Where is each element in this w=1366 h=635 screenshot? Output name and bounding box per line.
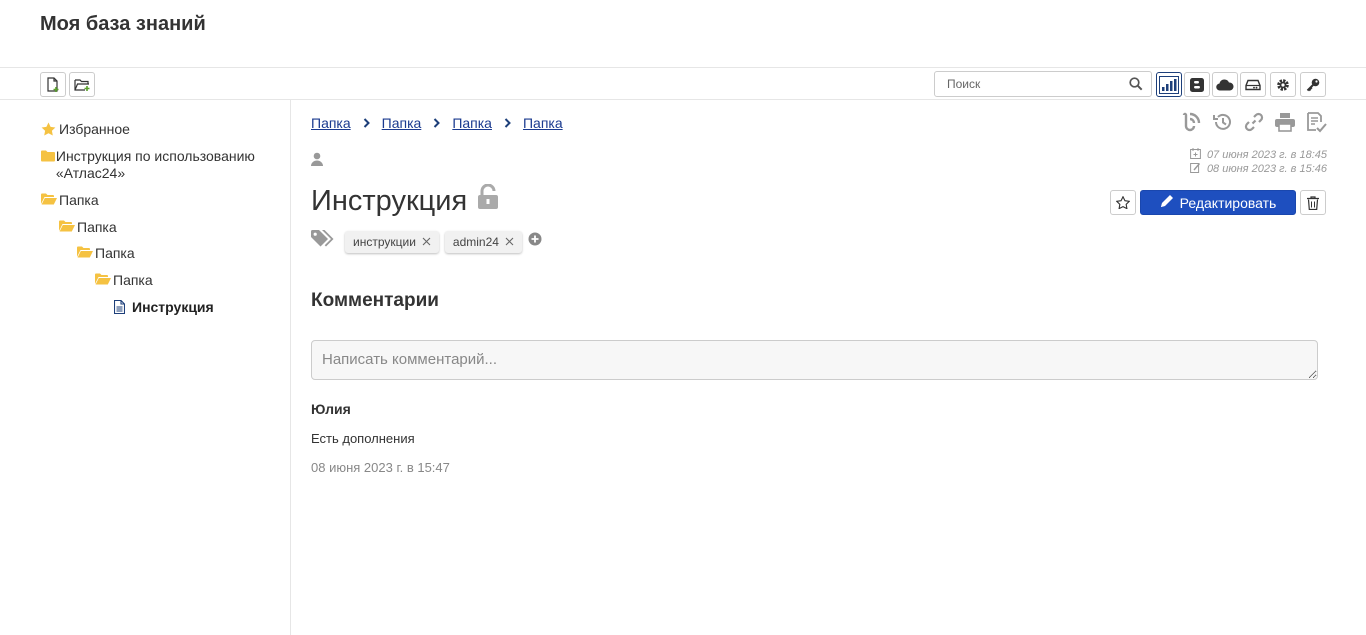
comments-heading: Комментарии — [311, 290, 439, 311]
tag-label: инструкции — [353, 234, 416, 249]
folder-open-icon — [95, 272, 113, 285]
comment-text: Есть дополнения — [311, 431, 415, 446]
created-date-row: 07 июня 2023 г. в 18:45 — [1190, 148, 1327, 162]
modified-date-row: 08 июня 2023 г. в 15:46 — [1190, 162, 1327, 176]
comment-input[interactable] — [311, 340, 1318, 380]
hard-drive-icon — [1245, 79, 1261, 90]
sidebar: Избранное Инструкция по использованию «А… — [0, 100, 291, 635]
comment-author: Юлия — [311, 401, 351, 417]
sidebar-item-folder-3[interactable]: Папка — [77, 245, 135, 261]
star-outline-icon — [1116, 196, 1130, 209]
document-dates: 07 июня 2023 г. в 18:45 08 июня 2023 г. … — [1190, 148, 1327, 176]
cloud-button[interactable] — [1212, 72, 1238, 97]
modified-date: 08 июня 2023 г. в 15:46 — [1206, 163, 1327, 175]
cloud-icon — [1216, 78, 1234, 91]
blogger-icon — [1190, 77, 1204, 92]
blog-button[interactable] — [1184, 72, 1210, 97]
breadcrumb-link[interactable]: Папка — [311, 115, 351, 131]
access-button[interactable] — [1300, 72, 1326, 97]
chevron-right-icon — [433, 118, 441, 128]
search-input[interactable] — [935, 72, 1115, 96]
folder-open-icon — [41, 192, 59, 205]
calendar-plus-icon — [1190, 148, 1201, 162]
user-icon — [311, 152, 323, 171]
toolbar — [0, 67, 1366, 100]
sidebar-item-instruction[interactable]: Инструкция — [114, 299, 214, 315]
tags-icon — [311, 230, 335, 253]
key-icon — [1306, 78, 1320, 91]
sidebar-item-folder-4[interactable]: Папка — [95, 272, 153, 288]
sidebar-item-folder-2[interactable]: Папка — [59, 219, 117, 235]
star-icon — [41, 121, 59, 136]
remove-tag-icon[interactable] — [422, 235, 431, 249]
pencil-icon — [1160, 194, 1174, 211]
search-box — [934, 71, 1152, 97]
checklist-icon[interactable] — [1304, 110, 1327, 134]
sidebar-item-atlas-instruction[interactable]: Инструкция по использованию «Атлас24» — [41, 148, 281, 182]
document-actions — [1180, 110, 1327, 134]
sidebar-item-folder-1[interactable]: Папка — [41, 192, 99, 208]
add-tag-icon[interactable] — [528, 232, 542, 251]
app-title: Моя база знаний — [40, 13, 206, 35]
new-document-button[interactable] — [40, 72, 66, 97]
tag[interactable]: инструкции — [345, 230, 439, 253]
main-content: Папка Папка Папка Папка 07 июня 2023 г. … — [311, 100, 1331, 635]
edit-button-label: Редактировать — [1179, 194, 1277, 211]
trash-icon — [1307, 195, 1319, 210]
breadcrumb-link[interactable]: Папка — [523, 115, 563, 131]
document-icon — [114, 299, 132, 314]
edit-button[interactable]: Редактировать — [1140, 190, 1296, 215]
folder-icon — [41, 148, 56, 162]
folder-open-icon — [59, 219, 77, 232]
settings-button[interactable] — [1270, 72, 1296, 97]
dashboard-button[interactable] — [1156, 72, 1182, 97]
chevron-right-icon — [504, 118, 511, 128]
storage-button[interactable] — [1240, 72, 1266, 97]
remove-tag-icon[interactable] — [505, 235, 514, 249]
document-title-row: Инструкция — [311, 183, 499, 218]
print-icon[interactable] — [1273, 110, 1296, 134]
created-date: 07 июня 2023 г. в 18:45 — [1206, 149, 1327, 161]
new-folder-button[interactable] — [69, 72, 95, 97]
breadcrumb: Папка Папка Папка Папка — [311, 115, 563, 131]
comment-date: 08 июня 2023 г. в 15:47 — [311, 460, 450, 475]
page-title: Инструкция — [311, 184, 468, 217]
new-document-icon — [47, 76, 59, 92]
edit-date-icon — [1190, 162, 1201, 176]
tag-list: инструкции admin24 — [311, 230, 542, 253]
new-folder-icon — [73, 78, 89, 91]
chevron-right-icon — [363, 118, 370, 128]
gear-icon — [1277, 78, 1289, 91]
subscribe-icon[interactable] — [1180, 110, 1203, 134]
unlock-icon[interactable] — [477, 183, 499, 218]
delete-button[interactable] — [1300, 190, 1326, 215]
tag[interactable]: admin24 — [444, 230, 522, 253]
folder-open-icon — [77, 245, 95, 258]
tag-label: admin24 — [452, 234, 499, 249]
link-icon[interactable] — [1242, 110, 1265, 134]
history-icon[interactable] — [1211, 110, 1234, 134]
search-icon[interactable] — [1129, 77, 1143, 96]
sidebar-item-favorites[interactable]: Избранное — [41, 121, 130, 137]
breadcrumb-link[interactable]: Папка — [382, 115, 422, 131]
chart-icon — [1159, 75, 1179, 94]
favorite-button[interactable] — [1110, 190, 1136, 215]
breadcrumb-link[interactable]: Папка — [452, 115, 492, 131]
